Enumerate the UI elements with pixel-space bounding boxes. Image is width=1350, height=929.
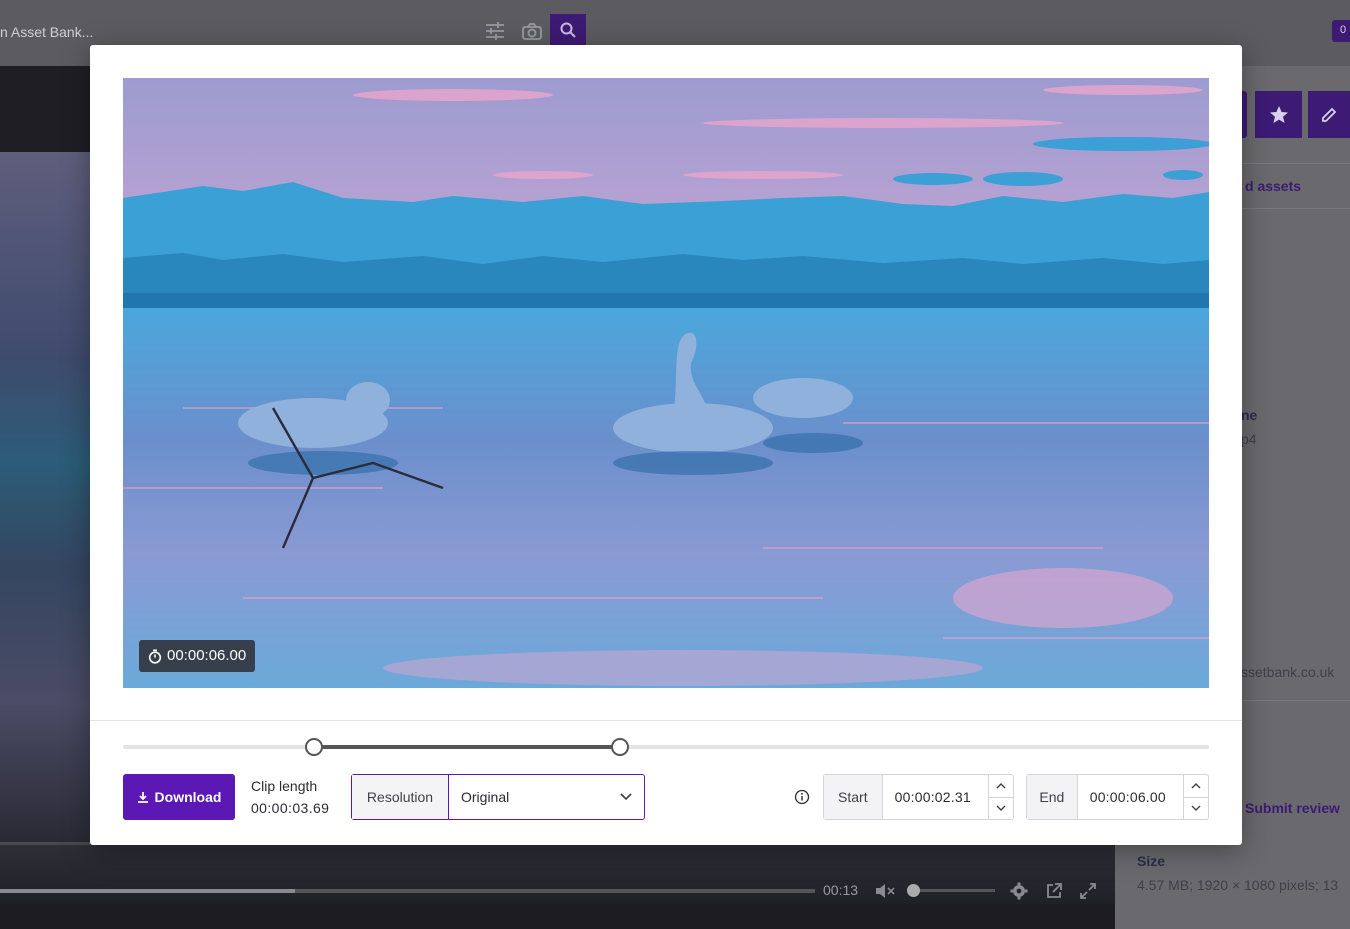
- download-button[interactable]: Download: [123, 774, 235, 820]
- start-time-group: Start 00:00:02.31: [823, 774, 1014, 820]
- background-video-left: [0, 152, 90, 842]
- filename-label: ne: [1241, 407, 1258, 423]
- background-search-input: n Asset Bank...: [0, 24, 94, 40]
- volume-slider: [907, 884, 995, 897]
- search-button: [550, 14, 586, 46]
- duration-text: 00:00:06.00: [167, 647, 247, 664]
- clip-end-handle[interactable]: [611, 738, 630, 756]
- chevron-up-icon: [1191, 782, 1201, 789]
- start-increment-button[interactable]: [989, 775, 1013, 797]
- duration-badge: 00:00:06.00: [139, 640, 256, 672]
- end-decrement-button[interactable]: [1184, 796, 1208, 820]
- submit-review-link: Submit review: [1245, 800, 1340, 816]
- background-bottom-strip: [0, 904, 1115, 929]
- background-dark-bar: [0, 66, 90, 152]
- player-time: 00:13: [823, 882, 859, 898]
- filename-value: p4: [1241, 431, 1257, 447]
- size-label: Size: [1137, 853, 1166, 869]
- clip-download-modal: 00:00:06.00 Download Clip length 00:00:0…: [90, 45, 1242, 845]
- related-assets-link: d assets: [1245, 178, 1302, 194]
- star-icon: [1255, 91, 1302, 138]
- clip-length-label: Clip length: [251, 778, 318, 794]
- end-increment-button[interactable]: [1184, 775, 1208, 797]
- end-time-input[interactable]: 00:00:06.00: [1078, 775, 1183, 819]
- email-text: ssetbank.co.uk: [1241, 664, 1335, 680]
- clip-range-fill: [314, 745, 621, 749]
- popout-icon: [1043, 880, 1065, 902]
- clip-length-value: 00:00:03.69: [251, 800, 330, 816]
- resolution-select[interactable]: Original: [449, 775, 644, 819]
- clip-range-slider[interactable]: [123, 738, 1209, 756]
- download-icon: [137, 792, 148, 803]
- resolution-value: Original: [461, 789, 510, 805]
- start-time-stepper: [988, 775, 1013, 819]
- video-preview: 00:00:06.00: [123, 78, 1209, 688]
- download-label: Download: [154, 789, 222, 805]
- end-label: End: [1027, 775, 1078, 819]
- start-decrement-button[interactable]: [989, 796, 1013, 820]
- clip-start-handle[interactable]: [305, 738, 324, 756]
- chevron-down-icon: [620, 793, 632, 801]
- cart-badge: 0: [1332, 20, 1350, 42]
- divider: [90, 720, 1242, 721]
- filter-sliders-icon: [480, 16, 510, 46]
- resolution-label: Resolution: [352, 775, 449, 819]
- start-time-input[interactable]: 00:00:02.31: [883, 775, 988, 819]
- swan-lake-image: [123, 78, 1209, 688]
- stopwatch-icon: [148, 648, 162, 664]
- end-time-group: End 00:00:06.00: [1026, 774, 1209, 820]
- camera-icon: [517, 16, 547, 46]
- info-icon[interactable]: [794, 789, 810, 805]
- start-label: Start: [824, 775, 883, 819]
- chevron-up-icon: [996, 782, 1006, 789]
- settings-gear-icon: [1008, 880, 1030, 902]
- chevron-down-icon: [1191, 805, 1201, 812]
- size-value: 4.57 MB; 1920 × 1080 pixels; 13: [1137, 877, 1339, 893]
- resolution-group: Resolution Original: [351, 774, 645, 820]
- background-progress-bar: [0, 889, 815, 893]
- mute-icon: [874, 880, 896, 902]
- chevron-down-icon: [996, 805, 1006, 812]
- end-time-stepper: [1183, 775, 1208, 819]
- pencil-icon: [1308, 91, 1350, 138]
- fullscreen-icon: [1077, 880, 1099, 902]
